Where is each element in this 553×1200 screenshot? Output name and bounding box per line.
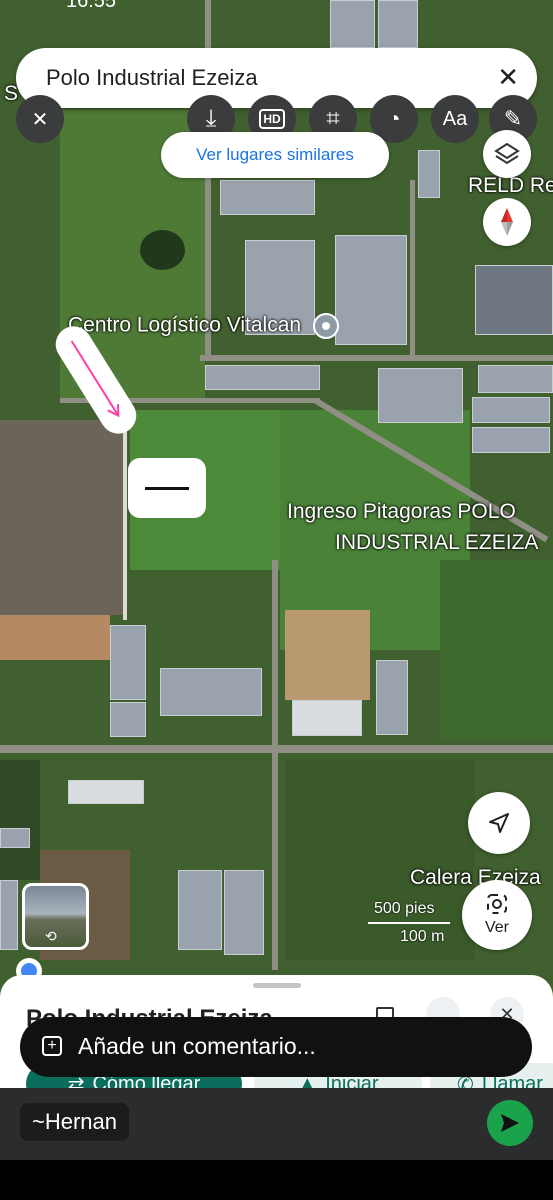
place-label-line: INDUSTRIAL EZEIZA: [335, 531, 539, 554]
map-building: [418, 150, 440, 198]
map-building: [378, 368, 463, 423]
crop-icon: ⌗: [326, 105, 340, 132]
download-icon: ⤓: [205, 105, 217, 132]
map-edge-label: S: [4, 82, 19, 105]
comment-input[interactable]: + Añade un comentario...: [20, 1017, 532, 1077]
text-button[interactable]: Aa: [431, 95, 479, 143]
scale-line: [368, 922, 450, 924]
annotation-dash-sticker[interactable]: [128, 458, 206, 518]
lens-icon: [487, 894, 507, 914]
editor-close-button[interactable]: ✕: [16, 95, 64, 143]
scale-bar: 500 pies 100 m: [360, 898, 450, 950]
dash-icon: [145, 487, 189, 490]
map-building: [335, 235, 407, 345]
similar-places-chip[interactable]: Ver lugares similares: [161, 132, 389, 178]
hd-icon: HD: [259, 109, 285, 129]
sheet-drag-handle[interactable]: [253, 983, 301, 988]
map-building: [0, 828, 30, 848]
map-building: [330, 0, 375, 48]
map-building: [478, 365, 553, 393]
map-building: [224, 870, 264, 955]
map-building: [220, 180, 315, 215]
system-nav-bar: [0, 1160, 553, 1200]
layers-icon: [494, 142, 520, 165]
map-building: [205, 365, 320, 390]
map-road: [123, 410, 127, 620]
send-icon: [501, 1114, 519, 1132]
map-building: [0, 880, 18, 950]
close-icon: ✕: [31, 108, 49, 131]
layers-button[interactable]: [483, 130, 531, 178]
map-building: [472, 427, 550, 453]
comment-placeholder: Añade un comentario...: [78, 1033, 316, 1059]
search-query: Polo Industrial Ezeiza: [46, 65, 258, 90]
location-pin-icon: [312, 313, 339, 339]
place-label-vitalcan[interactable]: Centro Logístico Vitalcan: [68, 313, 339, 339]
map-building: [292, 700, 362, 736]
map-building: [110, 625, 146, 700]
view-label: Ver: [484, 919, 509, 936]
map-building: [472, 397, 550, 423]
map-building: [160, 668, 262, 716]
text-icon: Aa: [442, 107, 468, 130]
map-field: [0, 760, 40, 880]
street-view-thumbnail[interactable]: ⟲: [22, 883, 89, 950]
compass-icon: [501, 208, 513, 236]
map-building: [378, 0, 418, 48]
place-label-text: Centro Logístico Vitalcan: [68, 313, 302, 337]
scale-ft-label: 500 pies: [374, 900, 435, 917]
navigation-arrow-icon: [489, 813, 509, 833]
send-button[interactable]: [487, 1100, 533, 1146]
map-building: [178, 870, 222, 950]
view-lens-button[interactable]: Ver: [462, 880, 532, 950]
map-field: [140, 230, 185, 270]
map-building: [110, 702, 146, 737]
clear-search-icon[interactable]: ✕: [497, 62, 519, 93]
map-road: [410, 180, 415, 360]
sticker-icon: ◔: [387, 106, 401, 131]
map-building: [376, 660, 408, 735]
map-field: [0, 615, 110, 660]
add-comment-icon: +: [42, 1036, 62, 1056]
place-label-ingreso[interactable]: Ingreso Pitagoras POLO INDUSTRIAL EZEIZA: [287, 496, 538, 558]
map-building: [475, 265, 553, 335]
rotate-360-icon: ⟲: [45, 928, 57, 944]
map-road: [200, 355, 553, 361]
map-building: [68, 780, 144, 804]
status-time: 16:55: [66, 0, 117, 12]
compass-button[interactable]: [483, 198, 531, 246]
scale-m-label: 100 m: [400, 928, 445, 945]
map-field: [285, 610, 370, 700]
map-road: [272, 560, 278, 970]
place-label-line: Ingreso Pitagoras POLO: [287, 500, 516, 523]
recipient-chip[interactable]: ~Hernan: [20, 1103, 130, 1141]
navigate-button[interactable]: [468, 792, 530, 854]
pencil-icon: ✎: [503, 106, 523, 131]
map-field: [440, 560, 553, 740]
map-field: [0, 420, 125, 615]
